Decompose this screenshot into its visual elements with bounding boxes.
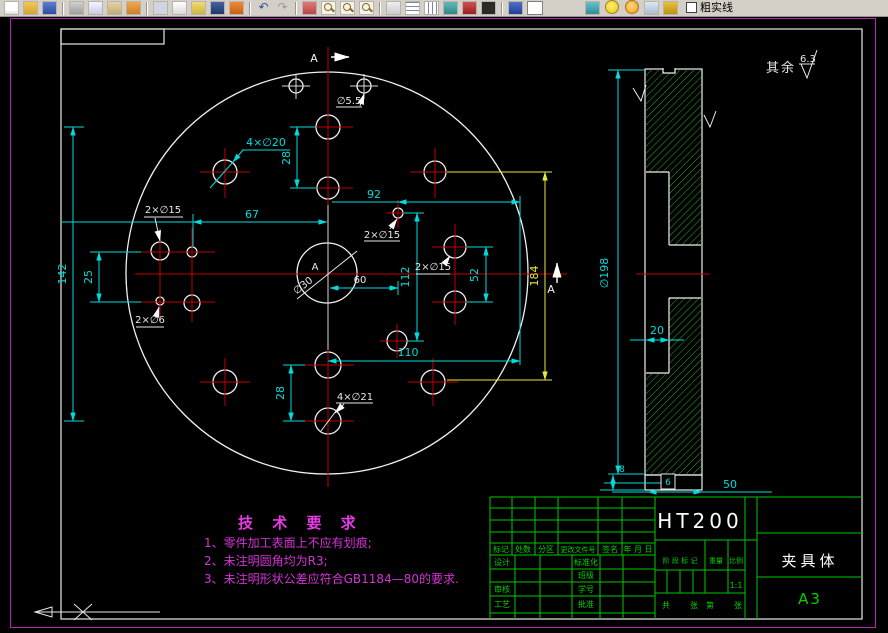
datum-label: A xyxy=(312,262,319,273)
tech-requirement-item: 2、未注明圆角均为R3; xyxy=(204,554,328,568)
dim-6: 6 xyxy=(665,478,671,488)
tb-sheet-no: 第 xyxy=(706,600,714,610)
front-view xyxy=(125,47,567,487)
dim-92: 92 xyxy=(367,188,381,201)
dim-67: 67 xyxy=(245,208,259,221)
dim-110: 110 xyxy=(398,346,419,359)
ucs-icon xyxy=(33,603,160,621)
tb-date: 年 月 日 xyxy=(623,544,652,554)
dim-50: 50 xyxy=(723,478,737,491)
tb-scale: 比例 xyxy=(729,556,743,565)
tb-approve: 批准 xyxy=(578,599,594,609)
tb-paper-size: A3 xyxy=(798,590,822,608)
tech-requirements-list: 1、零件加工表面上不应有划痕; 2、未注明圆角均为R3; 3、未注明形状公差应符… xyxy=(204,534,459,588)
tb-sheet-total: 共 xyxy=(662,601,670,610)
section-hatch xyxy=(646,70,701,474)
surface-note-text: 其余 xyxy=(766,60,796,76)
section-label-top: A xyxy=(310,52,318,65)
tb-count: 处数 xyxy=(515,544,531,554)
dim-198: ∅198 xyxy=(598,258,611,289)
tb-process: 工艺 xyxy=(494,600,510,609)
tb-design: 设计 xyxy=(494,557,510,567)
tb-weight: 重量 xyxy=(709,557,723,565)
surface-note: 其余 6.3 xyxy=(766,49,818,80)
dim-28-top: 28 xyxy=(280,151,293,165)
dimension-texts: 67 92 110 28 28 142 25 112 52 184 4×∅20 … xyxy=(56,96,541,403)
callout-2x15-right: 2×∅15 xyxy=(415,262,451,273)
callout-4x21: 4×∅21 xyxy=(337,392,373,403)
dim-20: 20 xyxy=(650,324,664,337)
tb-sheet-unit2: 张 xyxy=(734,601,742,610)
tb-scale-value: 1:1 xyxy=(730,581,743,590)
tb-change-file: 更改文件号 xyxy=(561,545,596,554)
tb-standard: 标准化 xyxy=(574,557,598,567)
callout-4x20: 4×∅20 xyxy=(246,136,286,149)
callout-leaders xyxy=(136,93,451,432)
dim-52: 52 xyxy=(468,268,481,282)
tech-requirements-title: 技 术 要 求 xyxy=(238,514,363,532)
section-view: ∅198 20 8 6 50 xyxy=(598,67,772,495)
callout-2x15-mid: 2×∅15 xyxy=(364,230,400,241)
section-label-right: A xyxy=(547,283,555,296)
tb-class: 班级 xyxy=(578,570,594,580)
callout-2x15-left: 2×∅15 xyxy=(145,205,181,216)
dim-8: 8 xyxy=(619,465,625,475)
tb-material: HT200 xyxy=(657,509,742,533)
callout-2x6: 2×∅6 xyxy=(135,315,165,326)
tb-stage-mark: 阶 段 标 记 xyxy=(663,556,698,565)
dim-184: 184 xyxy=(528,266,541,287)
dim-60: 60 xyxy=(354,275,367,286)
tb-zone: 分区 xyxy=(538,545,554,554)
dim-25: 25 xyxy=(82,270,95,284)
dim-28-bottom: 28 xyxy=(274,386,287,400)
callout-5-5: ∅5.5 xyxy=(337,96,362,107)
tb-part-name: 夹具体 xyxy=(781,552,838,570)
title-block: 标记 处数 分区 更改文件号 签名 年 月 日 设计 标准化 班级 审核 学号 … xyxy=(489,496,862,619)
tech-requirement-item: 1、零件加工表面上不应有划痕; xyxy=(204,536,372,550)
tb-mark: 标记 xyxy=(493,544,509,554)
centerlines-red xyxy=(135,47,567,487)
title-block-labels: 标记 处数 分区 更改文件号 签名 年 月 日 设计 标准化 班级 审核 学号 … xyxy=(493,509,838,610)
tb-sheet-unit1: 张 xyxy=(690,601,698,610)
tb-number: 学号 xyxy=(578,584,594,594)
tb-check: 审核 xyxy=(494,584,510,594)
tb-sign: 签名 xyxy=(602,544,618,554)
section-notch xyxy=(663,67,675,73)
tech-requirement-item: 3、未注明形状公差应符合GB1184—80的要求. xyxy=(204,572,459,586)
dim-112: 112 xyxy=(399,267,412,288)
cad-application-window: ↶ ↷ 粗实线 A A A 67 92 110 28 28 142 25 112… xyxy=(0,0,888,633)
dim-142: 142 xyxy=(56,264,69,285)
